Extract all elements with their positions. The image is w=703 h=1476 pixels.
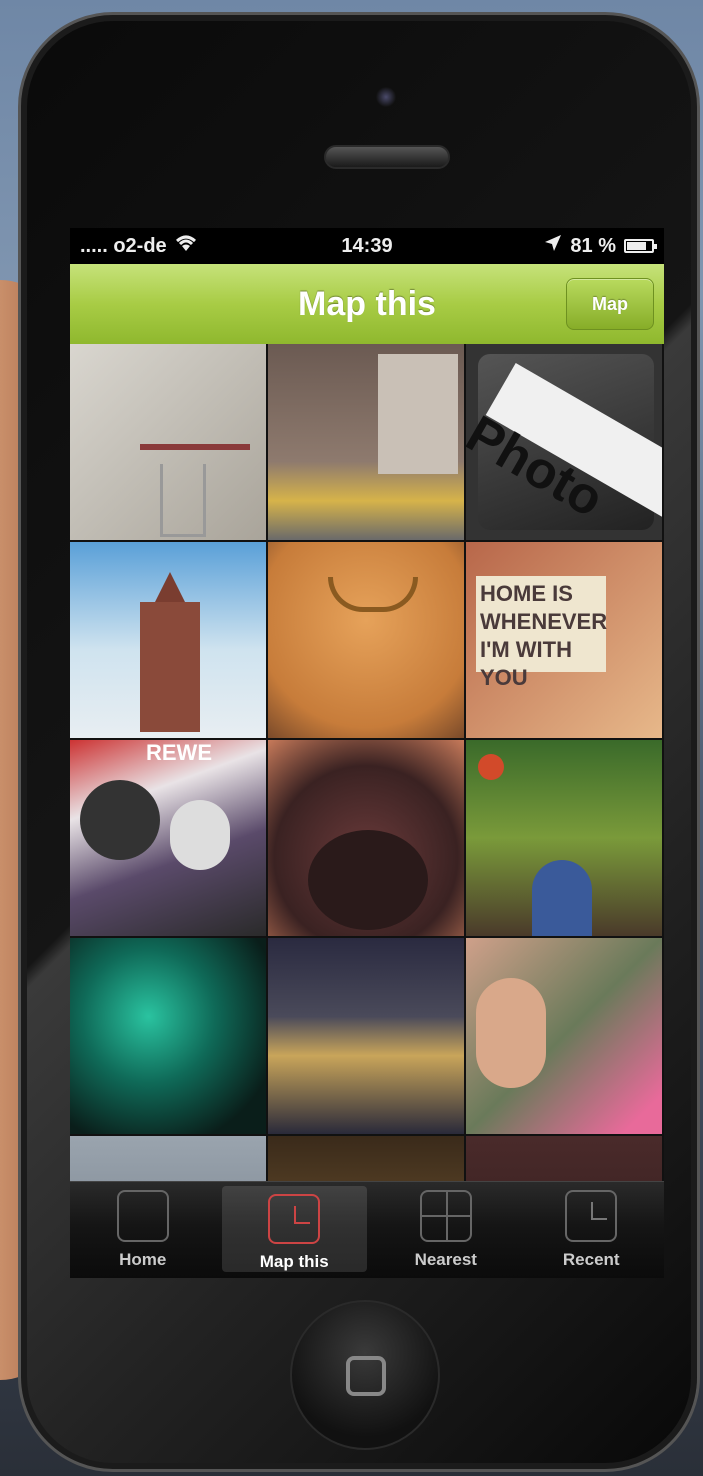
- home-button[interactable]: [290, 1300, 440, 1450]
- clock-icon: [565, 1190, 618, 1242]
- photo-tile[interactable]: REWE: [70, 740, 266, 936]
- photo-tile[interactable]: [268, 740, 464, 936]
- carrier-label: ..... o2-de: [80, 234, 167, 257]
- photo-grid: Photo HOME IS WHENEVER I'M WITH YOU REWE: [70, 344, 664, 1278]
- tab-home[interactable]: Home: [70, 1182, 216, 1278]
- photo-tile[interactable]: [70, 344, 266, 540]
- photo-tile[interactable]: [466, 938, 662, 1134]
- crosshair-icon: [419, 1190, 472, 1242]
- earpiece-speaker: [324, 145, 450, 169]
- tab-recent[interactable]: Recent: [519, 1182, 665, 1278]
- front-camera: [376, 87, 396, 107]
- tab-bar: Home Map this Nearest Recent: [70, 1181, 664, 1278]
- tab-label: Map this: [259, 1252, 329, 1271]
- wifi-icon: [173, 233, 199, 259]
- tab-label: Nearest: [414, 1250, 477, 1269]
- map-button[interactable]: Map: [566, 278, 654, 330]
- photo-tile[interactable]: [268, 344, 464, 540]
- photo-tile[interactable]: HOME IS WHENEVER I'M WITH YOU: [466, 542, 662, 738]
- tab-label: Home: [119, 1250, 167, 1269]
- tab-nearest[interactable]: Nearest: [373, 1182, 519, 1278]
- photo-tile[interactable]: [466, 740, 662, 936]
- battery-icon: [624, 239, 657, 253]
- home-square-icon: [346, 1356, 386, 1396]
- navigation-bar: Map this Map: [70, 264, 664, 344]
- battery-percent: 81 %: [570, 234, 616, 257]
- photo-tile[interactable]: [268, 542, 464, 738]
- clock-icon: [268, 1194, 321, 1244]
- location-arrow-icon: [544, 234, 562, 258]
- home-icon: [116, 1190, 169, 1242]
- photo-caption: HOME IS WHENEVER I'M WITH YOU: [480, 581, 608, 690]
- tab-map-this[interactable]: Map this: [221, 1186, 367, 1272]
- status-bar: ..... o2-de 14:39 81 %: [70, 228, 664, 264]
- photo-tile[interactable]: Photo: [466, 344, 662, 540]
- photo-tile[interactable]: [70, 938, 266, 1134]
- tab-label: Recent: [562, 1250, 620, 1269]
- photo-tile[interactable]: [268, 938, 464, 1134]
- app-screen: ..... o2-de 14:39 81 % Map this Map Phot…: [70, 228, 664, 1278]
- page-title: Map this: [298, 284, 436, 323]
- photo-caption: REWE: [146, 740, 212, 765]
- photo-tile[interactable]: [70, 542, 266, 738]
